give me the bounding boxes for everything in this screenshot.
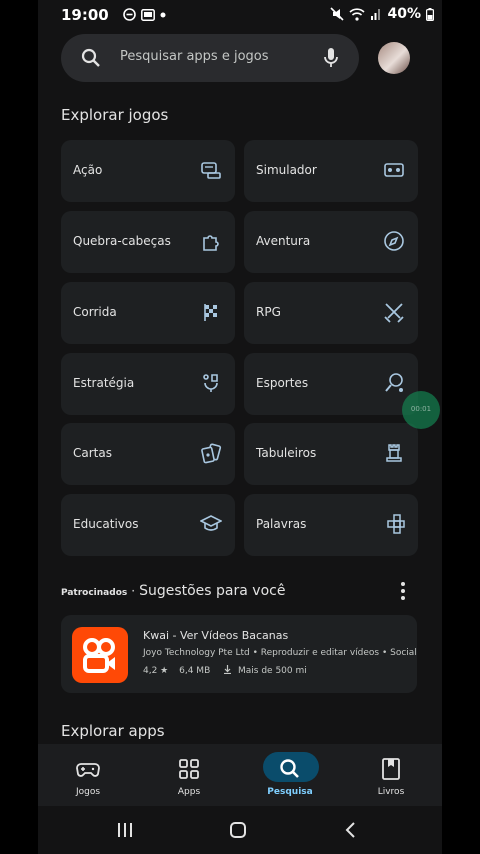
search-placeholder: Pesquisar apps e jogos	[120, 49, 269, 64]
category-label: RPG	[256, 305, 281, 319]
category-rpg[interactable]: RPG	[244, 282, 418, 344]
mute-icon	[330, 7, 345, 21]
category-label: Quebra-cabeças	[73, 234, 171, 248]
category-tabuleiros[interactable]: Tabuleiros	[244, 423, 418, 485]
category-label: Educativos	[73, 517, 139, 531]
graduation-cap-icon	[200, 515, 222, 531]
category-quebra-cabecas[interactable]: Quebra-cabeças	[61, 211, 235, 273]
category-label: Corrida	[73, 305, 117, 319]
category-cartas[interactable]: Cartas	[61, 423, 235, 485]
play-store-screen: 19:00 40% Pesquisar apps e jogos Explora…	[38, 0, 442, 854]
word-tiles-icon	[387, 514, 405, 534]
kwai-app-icon	[72, 627, 128, 683]
explore-games-heading: Explorar jogos	[61, 106, 169, 124]
category-simulador[interactable]: Simulador	[244, 140, 418, 202]
bookmark-book-icon	[382, 758, 400, 780]
notification-icon	[141, 8, 155, 21]
simulator-icon	[384, 163, 404, 177]
category-label: Cartas	[73, 446, 112, 460]
category-esportes[interactable]: Esportes	[244, 353, 418, 415]
sports-icon	[385, 373, 403, 392]
bottom-navigation: Jogos Apps Pesquisa Livros	[38, 744, 442, 806]
separator: ·	[131, 584, 136, 598]
category-label: Esportes	[256, 376, 309, 390]
category-palavras[interactable]: Palavras	[244, 494, 418, 556]
app-suggestion-card[interactable]: Kwai - Ver Vídeos Bacanas Joyo Technolog…	[61, 615, 417, 693]
home-icon[interactable]	[229, 821, 247, 839]
minus-circle-icon	[123, 8, 136, 21]
nav-label: Apps	[177, 787, 201, 797]
download-icon	[224, 665, 232, 675]
search-icon	[81, 48, 100, 67]
controller-icon	[201, 162, 221, 179]
suggestions-header: Patrocinados · Sugestões para você	[61, 583, 285, 599]
category-acao[interactable]: Ação	[61, 140, 235, 202]
wifi-icon	[349, 7, 366, 21]
strategy-icon	[203, 374, 218, 392]
app-downloads: Mais de 500 mi	[238, 666, 307, 676]
system-navigation-bar	[38, 806, 442, 854]
battery-percent: 40%	[387, 6, 421, 22]
compass-icon	[384, 231, 404, 251]
microphone-icon[interactable]	[323, 47, 339, 69]
search-bar[interactable]: Pesquisar apps e jogos	[61, 34, 359, 82]
nav-label: Jogos	[75, 787, 101, 797]
cards-icon	[201, 443, 222, 464]
chess-rook-icon	[386, 444, 402, 462]
swords-icon	[384, 303, 404, 323]
category-label: Simulador	[256, 163, 317, 177]
app-rating: 4,2 ★	[143, 666, 169, 676]
nav-label: Pesquisa	[267, 787, 313, 797]
category-label: Tabuleiros	[256, 446, 317, 460]
status-bar: 19:00 40%	[38, 0, 442, 32]
search-icon	[280, 759, 299, 778]
category-label: Aventura	[256, 234, 311, 248]
status-time: 19:00	[61, 6, 109, 24]
battery-icon	[426, 7, 434, 21]
dot-icon	[160, 12, 166, 17]
avatar[interactable]	[378, 42, 410, 74]
kwai-logo-icon	[83, 638, 115, 673]
nav-label: Livros	[377, 787, 405, 797]
floating-recorder-bubble[interactable]: 00:01	[402, 391, 440, 429]
apps-grid-icon	[179, 759, 199, 779]
app-size: 6,4 MB	[179, 666, 211, 676]
app-title: Kwai - Ver Vídeos Bacanas	[143, 629, 289, 642]
category-label: Ação	[73, 163, 103, 177]
category-aventura[interactable]: Aventura	[244, 211, 418, 273]
recent-apps-icon[interactable]	[117, 822, 133, 838]
app-subtitle: Joyo Technology Pte Ltd • Reproduzir e e…	[143, 648, 417, 658]
category-educativos[interactable]: Educativos	[61, 494, 235, 556]
sponsored-tag: Patrocinados	[61, 588, 128, 598]
explore-apps-heading: Explorar apps	[61, 722, 165, 740]
puzzle-icon	[203, 235, 219, 251]
back-icon[interactable]	[344, 821, 356, 839]
app-meta: 4,2 ★ 6,4 MB Mais de 500 mi	[143, 665, 307, 676]
gamepad-icon	[76, 763, 100, 777]
more-options-icon[interactable]	[393, 580, 413, 602]
category-estrategia[interactable]: Estratégia	[61, 353, 235, 415]
suggestions-title: Sugestões para você	[139, 583, 286, 599]
category-corrida[interactable]: Corrida	[61, 282, 235, 344]
signal-icon	[371, 9, 381, 20]
checkered-flag-icon	[204, 304, 217, 321]
category-label: Estratégia	[73, 376, 135, 390]
category-label: Palavras	[256, 517, 307, 531]
